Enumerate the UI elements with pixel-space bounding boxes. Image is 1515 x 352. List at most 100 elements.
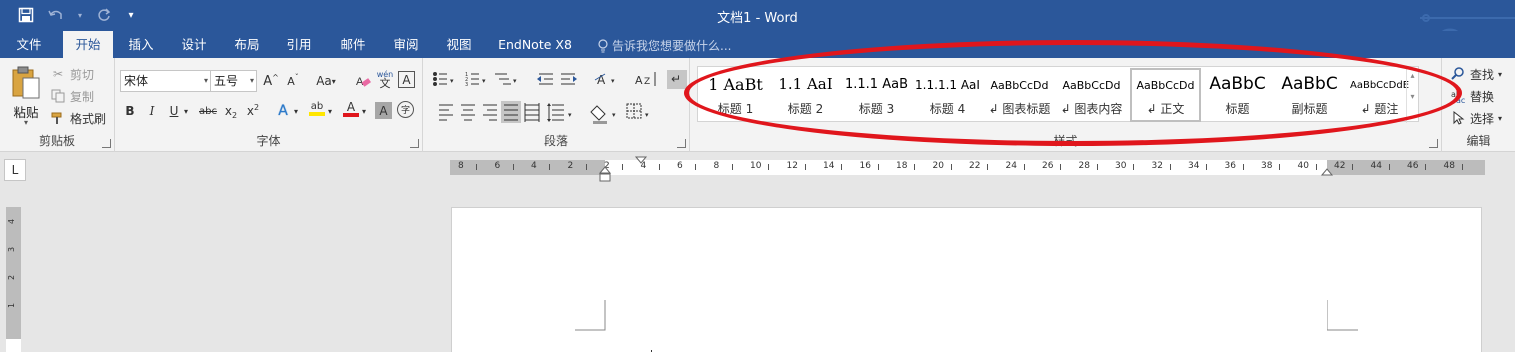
- style-normal[interactable]: AaBbCcDd ↲ 正文: [1130, 68, 1201, 122]
- underline-dropdown-icon[interactable]: ▾: [181, 101, 191, 121]
- ruler-tick: [1060, 164, 1061, 170]
- tab-home[interactable]: 开始: [63, 31, 113, 58]
- replace-button[interactable]: ab ac 替换: [1450, 86, 1494, 106]
- ribbon-tabs: 文件 开始 插入 设计 布局 引用 邮件 审阅 视图 EndNote X8 告诉…: [0, 31, 1515, 58]
- style-subtitle[interactable]: AaBbC 副标题: [1274, 69, 1345, 121]
- top-left-crop-mark: [575, 300, 606, 331]
- svg-text:▾: ▾: [645, 111, 649, 119]
- ruler-tick: [695, 164, 696, 170]
- text-effects-button[interactable]: A: [273, 101, 293, 121]
- ruler-number: 28: [1078, 161, 1090, 171]
- cut-button[interactable]: ✂ 剪切: [50, 64, 94, 84]
- undo-dropdown-icon[interactable]: ▾: [76, 5, 84, 25]
- copy-button[interactable]: 复制: [50, 86, 94, 106]
- clipboard-launcher-icon[interactable]: [102, 139, 111, 148]
- ruler-number: 42: [1334, 161, 1346, 171]
- tab-endnote[interactable]: EndNote X8: [492, 31, 578, 58]
- ruler-tick: [1279, 164, 1280, 170]
- save-icon[interactable]: [16, 5, 36, 25]
- strikethrough-button[interactable]: abc: [195, 101, 221, 121]
- title-bar: ▾ ▾ 文档1 - Word: [0, 0, 1515, 58]
- find-dropdown-icon[interactable]: ▾: [1498, 70, 1502, 79]
- styles-launcher-icon[interactable]: [1429, 139, 1438, 148]
- tab-design[interactable]: 设计: [173, 31, 215, 58]
- left-indent-marker-icon[interactable]: [598, 155, 612, 185]
- group-editing: 查找 ▾ ab ac 替换 选择 ▾ 编辑: [1442, 58, 1515, 152]
- highlight-button[interactable]: ab: [307, 99, 327, 119]
- change-case-button[interactable]: Aa ▾: [311, 71, 341, 91]
- ribbon: 粘贴 ▾ ✂ 剪切 复制 格式刷 剪贴板 宋体 ▾ 五号 ▾ A ^ A ˇ A…: [0, 58, 1515, 152]
- style-caption[interactable]: AaBbCcDdE ↲ 题注: [1344, 69, 1415, 121]
- ruler-number: 30: [1115, 161, 1127, 171]
- style-sample: AaBbCcDd: [990, 79, 1049, 92]
- redo-icon[interactable]: [94, 5, 114, 25]
- text-effects-dropdown-icon[interactable]: ▾: [291, 101, 301, 121]
- select-button[interactable]: 选择 ▾: [1450, 108, 1502, 128]
- tell-me-box[interactable]: 告诉我您想要做什么...: [598, 37, 731, 54]
- tab-review[interactable]: 审阅: [385, 31, 427, 58]
- phonetic-guide-button[interactable]: wén 文: [375, 69, 395, 89]
- select-dropdown-icon[interactable]: ▾: [1498, 114, 1502, 123]
- tab-selector[interactable]: L: [4, 159, 26, 181]
- font-group-label: 字体: [256, 134, 281, 148]
- style-heading-3[interactable]: 1.1.1 AaB 标题 3: [841, 69, 912, 121]
- bold-button[interactable]: B: [120, 101, 140, 121]
- font-launcher-icon[interactable]: [410, 139, 419, 148]
- superscript-button[interactable]: x2: [243, 101, 263, 121]
- tab-layout[interactable]: 布局: [226, 31, 268, 58]
- font-size-combo[interactable]: 五号 ▾: [210, 70, 257, 92]
- shrink-font-button[interactable]: Aˇ: [283, 71, 303, 91]
- format-painter-button[interactable]: 格式刷: [50, 108, 106, 128]
- undo-icon[interactable]: [46, 5, 66, 25]
- tab-file[interactable]: 文件: [8, 31, 50, 58]
- paste-dropdown-icon[interactable]: ▾: [6, 118, 46, 127]
- ruler-tick: [476, 164, 477, 170]
- font-name-combo[interactable]: 宋体 ▾: [120, 70, 211, 92]
- subscript-button[interactable]: x2: [221, 101, 241, 121]
- right-indent-marker-icon[interactable]: [1320, 155, 1334, 179]
- font-color-dropdown-icon[interactable]: ▾: [359, 101, 369, 121]
- tab-insert[interactable]: 插入: [120, 31, 162, 58]
- style-heading-2[interactable]: 1.1 AaI 标题 2: [770, 69, 841, 121]
- tab-mailings[interactable]: 邮件: [332, 31, 374, 58]
- lightbulb-icon: [598, 38, 608, 52]
- paragraph-launcher-icon[interactable]: [677, 139, 686, 148]
- tab-view[interactable]: 视图: [438, 31, 480, 58]
- clear-formatting-icon[interactable]: A: [353, 71, 373, 91]
- document-page[interactable]: [451, 207, 1482, 352]
- italic-button[interactable]: I: [142, 101, 162, 121]
- editing-group-label: 编辑: [1466, 134, 1491, 148]
- customize-qat-icon[interactable]: ▾: [124, 5, 138, 25]
- grow-font-button[interactable]: A ^: [261, 71, 281, 91]
- style-sample: AaBbCcDd: [1136, 79, 1195, 92]
- style-name: 副标题: [1291, 102, 1328, 116]
- style-chart-content[interactable]: AaBbCcDd ↲ 图表内容: [1056, 69, 1127, 121]
- document-area: L 8 6 4 2 2 4 6 8 10 12 14 16 18 20 22 24 26 28 30 32 34 36 38…: [0, 153, 1515, 352]
- tab-references[interactable]: 引用: [278, 31, 320, 58]
- ruler-number: 34: [1188, 161, 1200, 171]
- first-line-indent-marker-icon[interactable]: [634, 155, 648, 169]
- highlight-dropdown-icon[interactable]: ▾: [325, 101, 335, 121]
- vertical-ruler[interactable]: 4 3 2 1: [6, 207, 21, 352]
- ruler-number: 32: [1151, 161, 1163, 171]
- character-border-button[interactable]: A: [398, 71, 415, 88]
- style-title[interactable]: AaBbC 标题: [1202, 69, 1273, 121]
- svg-text:▾: ▾: [611, 77, 615, 85]
- scroll-down-icon[interactable]: ▾: [1407, 92, 1418, 101]
- ruler-tick: [1315, 164, 1317, 170]
- style-name: 标题 2: [787, 102, 824, 116]
- find-button[interactable]: 查找 ▾: [1450, 64, 1502, 84]
- style-chart-title[interactable]: AaBbCcDd ↲ 图表标题: [984, 69, 1055, 121]
- gallery-scrollbar[interactable]: ▴ ▾: [1406, 67, 1418, 123]
- enclose-characters-button[interactable]: 字: [397, 101, 414, 118]
- font-name-dropdown-icon[interactable]: ▾: [204, 71, 208, 91]
- style-heading-1[interactable]: 1 AaBt 标题 1: [700, 69, 771, 121]
- style-name: 标题 3: [858, 102, 895, 116]
- font-color-button[interactable]: A: [341, 99, 361, 119]
- style-heading-4[interactable]: 1.1.1.1 AaI 标题 4: [912, 69, 983, 121]
- font-size-dropdown-icon[interactable]: ▾: [250, 71, 254, 91]
- scroll-up-icon[interactable]: ▴: [1407, 71, 1418, 80]
- character-shading-button[interactable]: A: [375, 102, 392, 119]
- ruler-tick: [841, 164, 842, 170]
- paste-button[interactable]: 粘贴 ▾: [6, 64, 46, 128]
